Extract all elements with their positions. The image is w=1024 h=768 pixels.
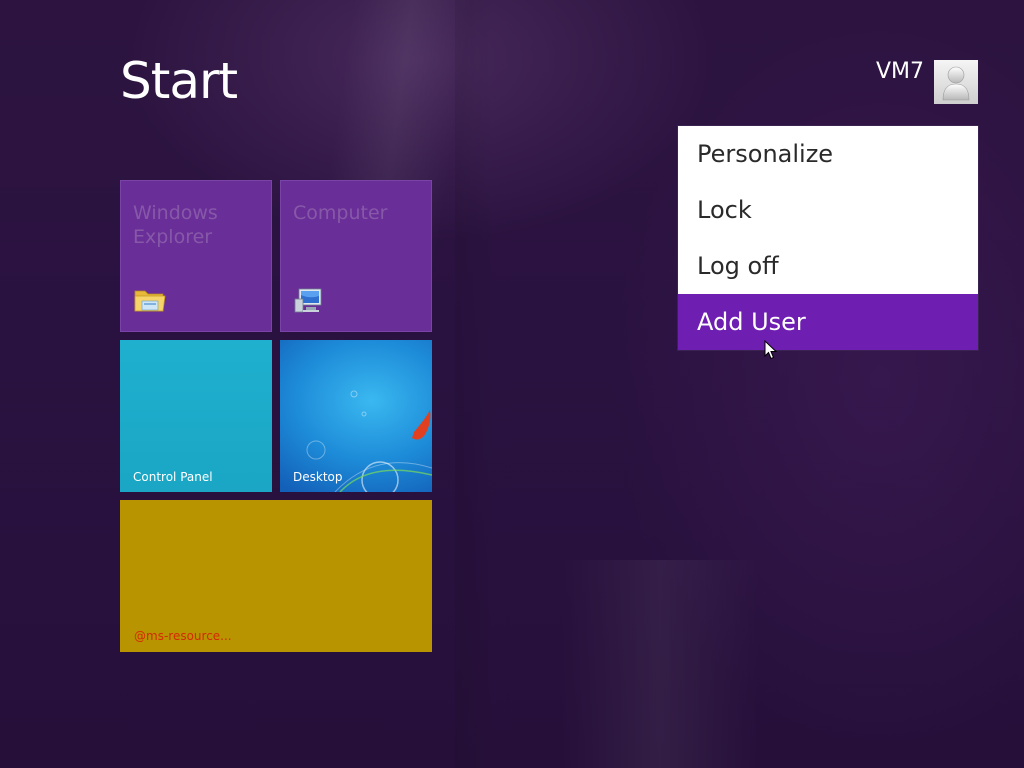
start-title: Start xyxy=(120,52,238,110)
user-tile[interactable]: VM7 xyxy=(876,59,978,104)
folder-icon xyxy=(133,285,167,319)
menu-item-add-user[interactable]: Add User xyxy=(678,294,978,350)
tile-label: @ms-resource... xyxy=(134,629,232,643)
tile-control-panel[interactable]: Control Panel xyxy=(120,340,272,492)
user-silhouette-icon[interactable] xyxy=(934,60,978,104)
user-name[interactable]: VM7 xyxy=(876,59,924,85)
menu-item-lock[interactable]: Lock xyxy=(678,182,978,238)
background-light-streak xyxy=(560,560,760,768)
tile-title: Windows Explorer xyxy=(133,202,218,248)
tile-label: Desktop xyxy=(293,470,343,484)
background-shadow-streak xyxy=(455,0,495,768)
tile-title: Computer xyxy=(293,202,388,224)
tile-windows-explorer[interactable]: Windows Explorer xyxy=(120,180,272,332)
tile-desktop[interactable]: Desktop xyxy=(280,340,432,492)
computer-icon xyxy=(293,287,325,319)
menu-item-personalize[interactable]: Personalize xyxy=(678,126,978,182)
menu-item-log-off[interactable]: Log off xyxy=(678,238,978,294)
tile-computer[interactable]: Computer xyxy=(280,180,432,332)
account-menu: Personalize Lock Log off Add User xyxy=(677,125,979,351)
tile-ms-resource[interactable]: @ms-resource... xyxy=(120,500,432,652)
tile-label: Control Panel xyxy=(133,470,213,484)
mouse-cursor-icon xyxy=(764,339,778,364)
